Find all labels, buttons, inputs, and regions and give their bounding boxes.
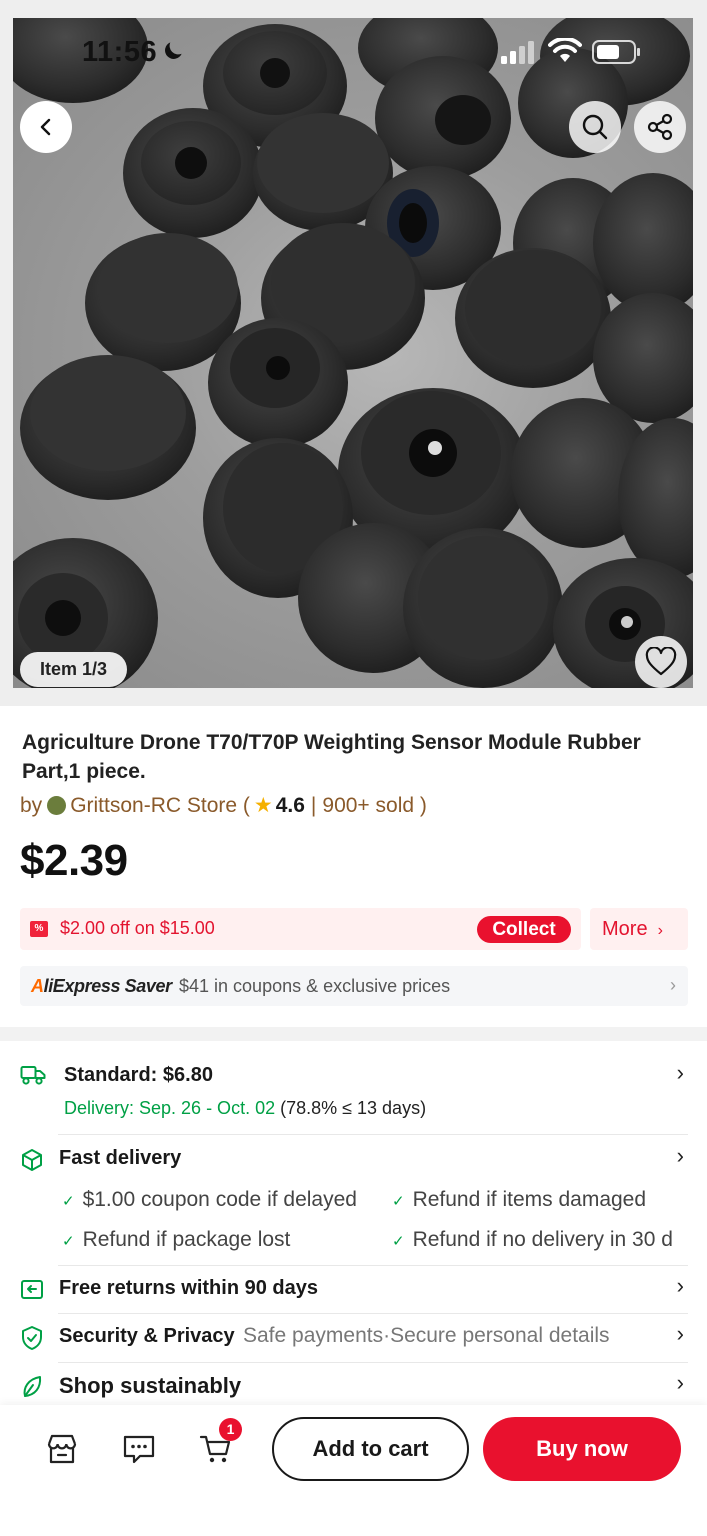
wishlist-button[interactable] <box>635 636 687 688</box>
free-returns-row[interactable]: Free returns within 90 days › <box>20 1273 688 1311</box>
status-bar: 11:56 <box>0 30 707 74</box>
store-rating: 4.6 <box>275 793 305 817</box>
store-icon <box>47 1434 77 1464</box>
store-button[interactable] <box>42 1429 82 1469</box>
shop-sustainably-row[interactable]: Shop sustainably › <box>20 1370 688 1408</box>
bottom-action-bar: 1 Add to cart Buy now <box>0 1405 707 1536</box>
search-button[interactable] <box>569 101 621 153</box>
coupon-icon: % <box>30 921 48 937</box>
collect-button[interactable]: Collect <box>477 916 571 943</box>
chevron-right-icon: › <box>670 975 676 995</box>
chevron-right-icon: › <box>676 1143 684 1168</box>
leaf-icon <box>23 1376 42 1397</box>
saver-logo: AliExpress Saver <box>31 976 172 996</box>
chat-icon <box>123 1435 155 1464</box>
more-coupons-button[interactable]: More › <box>590 908 688 950</box>
security-title: Security & Privacy <box>59 1325 235 1347</box>
return-icon <box>21 1280 43 1299</box>
section-divider <box>0 1027 707 1041</box>
standard-shipping-label: Standard: $6.80 <box>64 1064 213 1086</box>
coupon-banner[interactable]: % $2.00 off on $15.00 Collect <box>20 908 581 950</box>
product-title: Agriculture Drone T70/T70P Weighting Sen… <box>22 731 641 783</box>
aliexpress-saver-banner[interactable]: AliExpress Saver $41 in coupons & exclus… <box>20 966 688 1006</box>
share-button[interactable] <box>634 101 686 153</box>
battery-icon <box>592 40 640 64</box>
divider <box>58 1265 688 1266</box>
separator: | <box>310 793 317 817</box>
delivery-stat: (78.8% ≤ 13 days) <box>280 1098 427 1118</box>
chevron-right-icon: › <box>676 1273 684 1298</box>
sustainable-title: Shop sustainably <box>59 1373 242 1398</box>
shipping-standard-row[interactable]: Standard: $6.80 Delivery: Sep. 26 - Oct.… <box>20 1060 688 1124</box>
delivery-estimate: Delivery: Sep. 26 - Oct. 02 (78.8% ≤ 13 … <box>64 1098 426 1119</box>
store-name[interactable]: Grittson-RC Store <box>70 794 237 818</box>
benefit-item: ✓ Refund if items damaged <box>392 1188 647 1211</box>
buy-now-button[interactable]: Buy now <box>483 1417 681 1481</box>
benefit-item: ✓ $1.00 coupon code if delayed <box>62 1188 357 1211</box>
back-button[interactable] <box>20 101 72 153</box>
signal-icon <box>501 41 534 64</box>
shield-icon <box>22 1326 42 1350</box>
add-to-cart-button[interactable]: Add to cart <box>272 1417 469 1481</box>
cart-count-badge: 1 <box>219 1418 242 1441</box>
fast-delivery-row[interactable]: Fast delivery › ✓ $1.00 coupon code if de… <box>20 1143 688 1260</box>
free-returns-label: Free returns within 90 days <box>59 1277 318 1299</box>
heart-icon <box>645 647 677 676</box>
star-icon: ★ <box>253 794 273 817</box>
chat-button[interactable] <box>119 1429 159 1469</box>
store-line[interactable]: by Grittson-RC Store ( ★ 4.6 | 900+ sold… <box>20 793 427 818</box>
by-label: by <box>20 793 43 817</box>
wifi-icon <box>548 38 582 62</box>
coupon-text: $2.00 off on $15.00 <box>60 918 215 938</box>
chevron-right-icon: › <box>657 922 663 939</box>
moon-icon <box>165 42 182 59</box>
open-paren: ( <box>237 793 250 817</box>
saver-text: $41 in coupons & exclusive prices <box>179 976 451 996</box>
product-price: $2.39 <box>20 836 128 885</box>
security-privacy-row[interactable]: Security & Privacy Safe payments·Secure … <box>20 1321 688 1359</box>
chevron-right-icon: › <box>676 1060 684 1085</box>
divider <box>58 1134 688 1135</box>
close-paren: ) <box>414 793 427 817</box>
benefit-item: ✓ Refund if no delivery in 30 d <box>392 1228 673 1251</box>
chevron-left-icon <box>40 118 51 136</box>
divider <box>58 1362 688 1363</box>
product-gallery[interactable]: 11:56 Item 1/3 <box>0 0 707 706</box>
more-label: More <box>602 918 648 940</box>
search-icon <box>582 114 608 140</box>
store-logo <box>47 796 67 815</box>
image-counter: Item 1/3 <box>20 652 128 687</box>
sold-count: 900+ sold <box>322 793 415 817</box>
benefit-item: ✓ Refund if package lost <box>62 1228 291 1251</box>
status-time: 11:56 <box>82 36 158 68</box>
truck-icon <box>20 1066 46 1085</box>
divider <box>58 1313 688 1314</box>
delivery-dates: Delivery: Sep. 26 - Oct. 02 <box>64 1098 276 1118</box>
fast-delivery-title: Fast delivery <box>59 1147 182 1169</box>
share-icon <box>647 113 673 141</box>
box-icon <box>22 1149 42 1171</box>
chevron-right-icon: › <box>676 1321 684 1346</box>
security-detail: Safe payments·Secure personal details <box>243 1324 610 1347</box>
chevron-right-icon: › <box>676 1370 684 1395</box>
